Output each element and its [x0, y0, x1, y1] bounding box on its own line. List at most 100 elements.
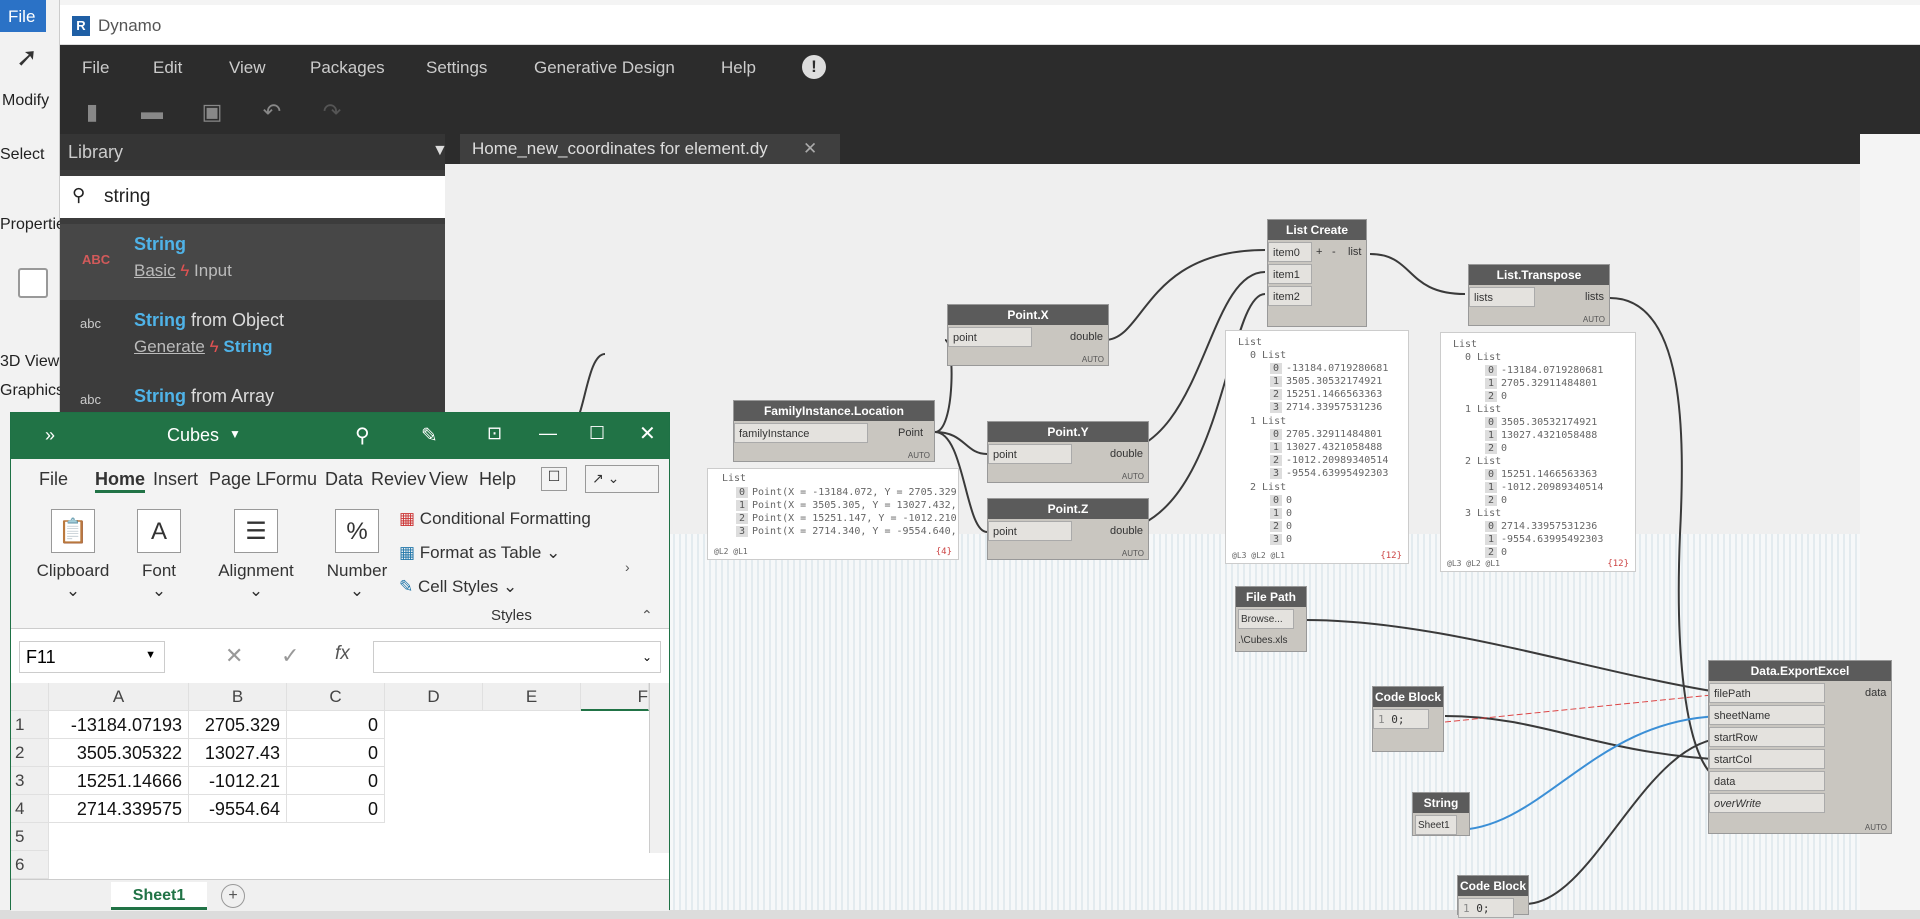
browse-button[interactable]: Browse... — [1238, 609, 1294, 629]
expand-icon[interactable]: » — [45, 425, 55, 446]
name-box[interactable]: F11 ▼ — [19, 641, 165, 673]
port-lists-in[interactable]: lists — [1469, 287, 1535, 307]
menu-view[interactable]: View — [229, 58, 266, 78]
enter-icon[interactable]: ✓ — [281, 643, 299, 669]
revit-select-dropdown[interactable]: Select — [0, 146, 44, 164]
menu-packages[interactable]: Packages — [310, 58, 385, 78]
ribbon-font[interactable]: A Font ⌄ — [129, 509, 189, 601]
tab-insert[interactable]: Insert — [153, 469, 198, 490]
node-point-x[interactable]: Point.X point double AUTO — [947, 304, 1109, 366]
node-list-transpose[interactable]: List.Transpose lists lists AUTO — [1468, 264, 1610, 326]
remove-input-button[interactable]: - — [1332, 242, 1336, 262]
column-header-f[interactable]: F — [581, 683, 649, 711]
port-point-out[interactable]: Point — [898, 423, 923, 443]
cell-b1[interactable]: 2705.329 — [189, 711, 287, 739]
library-item-string-from-object[interactable]: abc String from Object Generate ϟ String — [60, 300, 496, 376]
menu-edit[interactable]: Edit — [153, 58, 182, 78]
formula-input[interactable]: ⌄ — [373, 641, 661, 673]
tab-view[interactable]: View — [429, 469, 468, 490]
revit-file-tab[interactable]: File — [0, 0, 46, 32]
tab-home[interactable]: Home — [95, 469, 146, 493]
fx-icon[interactable]: fx — [335, 643, 350, 665]
node-code-block-1[interactable]: Code Block 1 0; — [1372, 686, 1444, 752]
ribbon-number[interactable]: % Number ⌄ — [317, 509, 397, 601]
row-header[interactable]: 1 — [11, 711, 49, 739]
port-double-out[interactable]: double — [1110, 444, 1143, 464]
search-icon[interactable]: ⚲ — [355, 423, 370, 448]
library-search[interactable]: ⚲ string ✖ — [60, 176, 505, 218]
node-list-create[interactable]: List Create item0 + - list item1 item2 — [1267, 219, 1367, 327]
column-header-d[interactable]: D — [385, 683, 483, 711]
cell-a1[interactable]: -13184.07193 — [49, 711, 189, 739]
node-code-block-2[interactable]: Code Block 1 0; — [1457, 875, 1529, 918]
conditional-formatting-button[interactable]: ▦ Conditional Formatting — [399, 509, 591, 529]
ribbon-display-icon[interactable]: ⊡ — [487, 423, 502, 444]
ribbon-clipboard[interactable]: 📋 Clipboard ⌄ — [31, 509, 115, 601]
collapse-ribbon-icon[interactable]: ⌃ — [641, 607, 653, 624]
row-header[interactable]: 6 — [11, 851, 49, 879]
port-point-in[interactable]: point — [948, 327, 1032, 347]
add-input-button[interactable]: + — [1316, 242, 1322, 262]
notification-icon[interactable]: ! — [802, 55, 826, 79]
workspace-tab[interactable]: Home_new_coordinates for element.dy ✕ — [460, 134, 840, 164]
port-point-in[interactable]: point — [988, 521, 1072, 541]
column-header-b[interactable]: B — [189, 683, 287, 711]
menu-help[interactable]: Help — [721, 58, 756, 78]
workbook-title[interactable]: Cubes — [167, 425, 219, 446]
cell-a4[interactable]: 2714.339575 — [49, 795, 189, 823]
tab-file[interactable]: File — [39, 469, 68, 490]
tab-page-layout[interactable]: Page L — [209, 469, 266, 490]
tab-data[interactable]: Data — [325, 469, 363, 490]
port-point-in[interactable]: point — [988, 444, 1072, 464]
save-icon[interactable]: ▣ — [200, 100, 224, 124]
ribbon-alignment[interactable]: ☰ Alignment ⌄ — [211, 509, 301, 601]
port-filepath[interactable]: filePath — [1709, 683, 1825, 703]
cell-c4[interactable]: 0 — [287, 795, 385, 823]
node-string[interactable]: String Sheet1 — [1412, 792, 1470, 836]
port-double-out[interactable]: double — [1110, 521, 1143, 541]
maximize-icon[interactable]: ☐ — [589, 423, 605, 444]
cell-b3[interactable]: -1012.21 — [189, 767, 287, 795]
tab-help[interactable]: Help — [479, 469, 516, 490]
node-file-path[interactable]: File Path Browse... .\Cubes.xls — [1235, 586, 1307, 652]
format-as-table-button[interactable]: ▦ Format as Table ⌄ — [399, 543, 560, 563]
tab-formulas[interactable]: Formu — [265, 469, 317, 490]
port-startrow[interactable]: startRow — [1709, 727, 1825, 747]
new-file-icon[interactable]: ▮ — [80, 100, 104, 124]
cell-b2[interactable]: 13027.43 — [189, 739, 287, 767]
port-data[interactable]: data — [1709, 771, 1825, 791]
cell-b4[interactable]: -9554.64 — [189, 795, 287, 823]
port-lists-out[interactable]: lists — [1585, 287, 1604, 307]
library-item-string[interactable]: ABC String Basic ϟ Input — [60, 224, 496, 300]
port-sheetname[interactable]: sheetName — [1709, 705, 1825, 725]
menu-file[interactable]: File — [82, 58, 109, 78]
cell-c1[interactable]: 0 — [287, 711, 385, 739]
cell-a3[interactable]: 15251.14666 — [49, 767, 189, 795]
cell-a2[interactable]: 3505.305322 — [49, 739, 189, 767]
column-header-e[interactable]: E — [483, 683, 581, 711]
revit-modify-label[interactable]: Modify — [2, 92, 49, 110]
open-file-icon[interactable]: ▬ — [140, 100, 164, 124]
cell-c2[interactable]: 0 — [287, 739, 385, 767]
close-icon[interactable]: ✕ — [639, 421, 656, 446]
share-icon[interactable]: ↗ ⌄ — [585, 465, 659, 493]
port-data-out[interactable]: data — [1865, 683, 1886, 703]
port-item2[interactable]: item2 — [1268, 286, 1312, 306]
pen-icon[interactable]: ✎ — [421, 423, 438, 448]
row-header[interactable]: 2 — [11, 739, 49, 767]
row-header[interactable]: 5 — [11, 823, 49, 851]
comments-icon[interactable]: ☐ — [541, 467, 567, 491]
vertical-scrollbar[interactable] — [649, 683, 669, 853]
port-double-out[interactable]: double — [1070, 327, 1103, 347]
menu-settings[interactable]: Settings — [426, 58, 487, 78]
port-overwrite[interactable]: overWrite — [1709, 793, 1825, 813]
cell-c3[interactable]: 0 — [287, 767, 385, 795]
select-all-corner[interactable] — [11, 683, 49, 711]
menu-generative-design[interactable]: Generative Design — [534, 58, 675, 78]
undo-icon[interactable]: ↶ — [260, 100, 284, 124]
row-header[interactable]: 4 — [11, 795, 49, 823]
add-sheet-icon[interactable]: + — [221, 884, 245, 908]
preview-list-create[interactable]: List 0 List 0 -13184.0719280681 1 3505.305… — [1225, 330, 1409, 564]
library-search-input[interactable]: string — [104, 186, 150, 207]
sheet-tab[interactable]: Sheet1 — [111, 882, 207, 910]
